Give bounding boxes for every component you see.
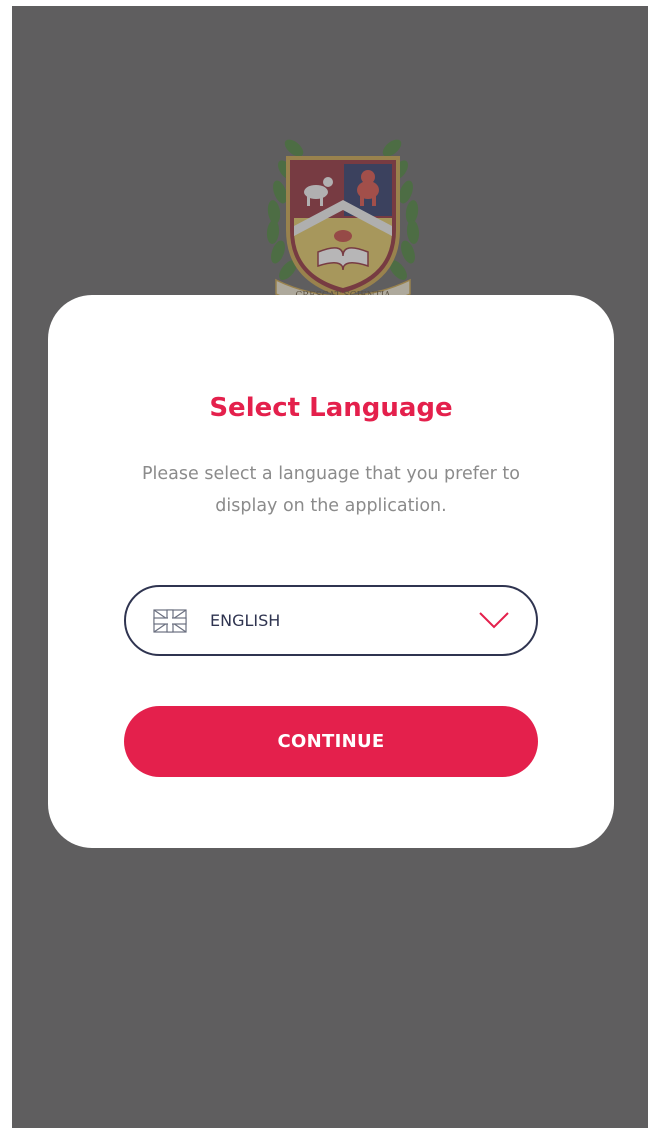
language-dropdown[interactable]: ENGLISH (124, 585, 538, 656)
dialog-title: Select Language (209, 393, 453, 423)
selected-language-label: ENGLISH (210, 611, 281, 630)
language-selection-dialog: Select Language Please select a language… (48, 295, 614, 848)
dialog-description: Please select a language that you prefer… (142, 464, 520, 516)
uk-flag-icon (153, 609, 187, 633)
app-screen-backdrop: CRESCAT SCIENTIA Select Language Please … (12, 6, 648, 1128)
chevron-down-icon (479, 612, 509, 629)
continue-button[interactable]: CONTINUE (124, 706, 538, 777)
school-crest-logo: CRESCAT SCIENTIA (266, 139, 420, 305)
